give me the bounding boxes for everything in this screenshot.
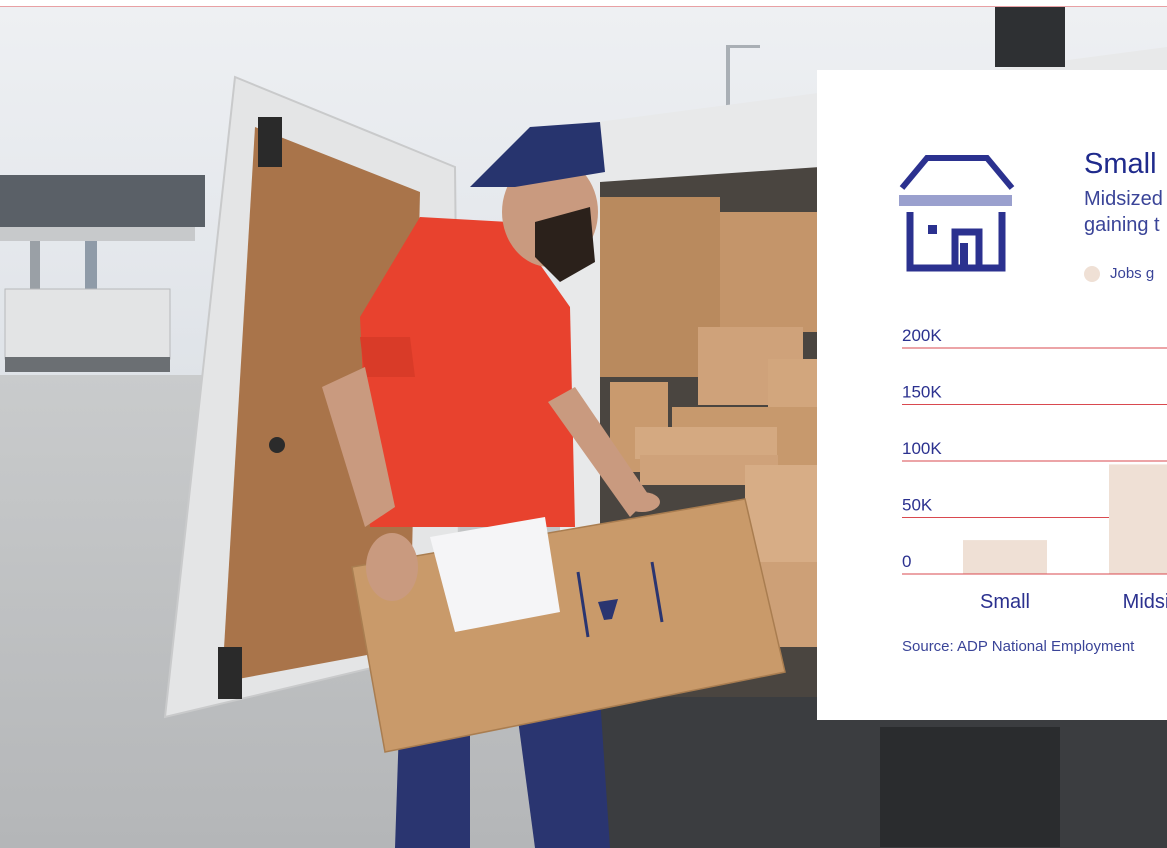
bar [1109, 464, 1167, 574]
y-tick-label: 150K [902, 383, 942, 402]
chart-source: Source: ADP National Employment [902, 638, 1135, 655]
chart-card: Small Midsized gaining t Jobs g 0 50K 100K… [817, 70, 1167, 720]
y-tick-label: 0 [902, 552, 911, 571]
bar-chart: 0 50K 100K 150K 200K Small Midsiz [902, 326, 1167, 613]
x-tick-label: Small [980, 591, 1030, 613]
y-tick-label: 200K [902, 326, 942, 345]
x-tick-label: Midsiz [1123, 591, 1167, 613]
bar [963, 540, 1047, 574]
y-tick-label: 50K [902, 496, 933, 515]
top-rule [0, 0, 1167, 7]
y-tick-label: 100K [902, 439, 942, 458]
